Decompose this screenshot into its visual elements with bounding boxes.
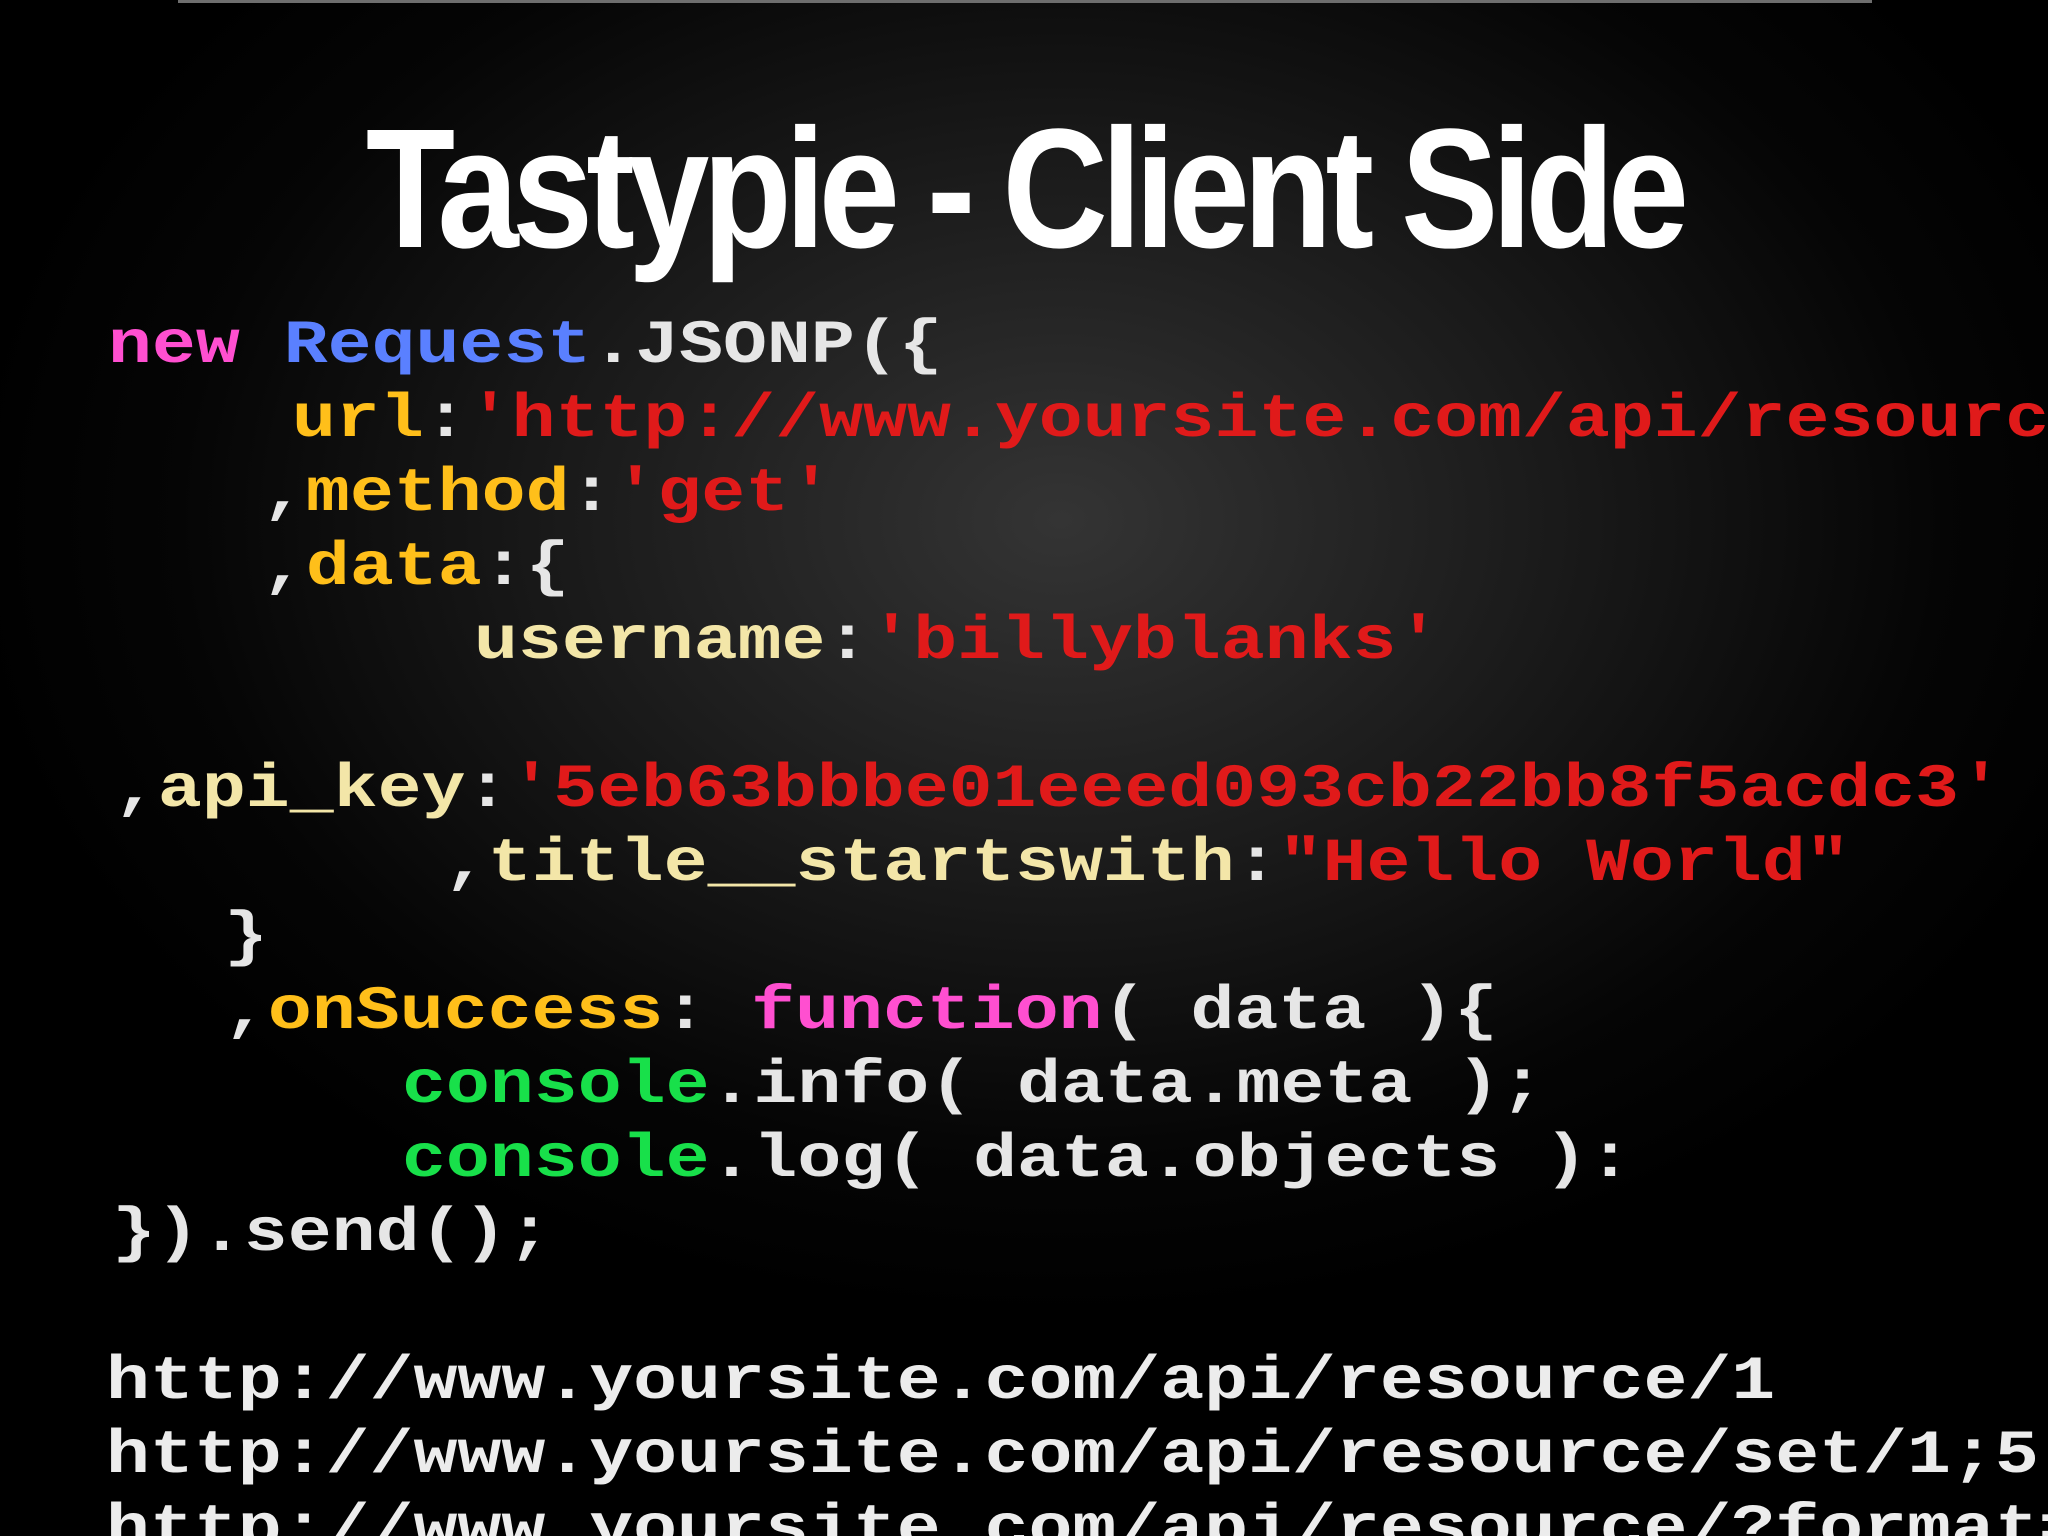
code-text: ( data ){ [1102, 978, 1498, 1047]
code-line-5: username:'billyblanks' [474, 606, 1440, 680]
code-line-2: url:'http://www.yoursite.com/api/resourc… [292, 384, 2048, 458]
code-line-7: ,title__startswith:"Hello World" [444, 828, 1850, 902]
code-line-6: ,api_key:'5eb63bbbe01eeed093cb22bb8f5acd… [114, 754, 2003, 828]
code-punctuation: , [224, 978, 268, 1047]
top-divider [178, 0, 1872, 3]
slide: Tastypie - Client Side new Request.JSONP… [0, 0, 2048, 1536]
code-punctuation: : [825, 608, 870, 677]
url-example-1: http://www.yoursite.com/api/resource/1 [106, 1348, 1776, 1417]
code-property: onSuccess [267, 978, 664, 1047]
code-line-3: ,method:'get' [262, 458, 833, 532]
code-line-1: new Request.JSONP({ [108, 310, 943, 384]
code-text: .info( data.meta ); [709, 1052, 1545, 1121]
code-text: .JSONP({ [591, 312, 943, 381]
code-line-11: console.log( data.objects ): [402, 1124, 1632, 1198]
code-keyword: function [751, 978, 1103, 1047]
code-punctuation: , [114, 756, 158, 825]
code-punctuation: , [444, 830, 488, 899]
code-string: '5eb63bbbe01eeed093cb22bb8f5acdc3' [509, 756, 2003, 825]
code-key: username [474, 608, 826, 677]
code-punctuation: : [423, 386, 468, 455]
code-string: "Hello World" [1278, 830, 1850, 899]
code-property: data [305, 534, 482, 603]
code-text: }).send(); [112, 1200, 552, 1269]
url-example-3: http://www.yoursite.com/api/resource/?fo… [106, 1496, 2048, 1536]
code-console: console [402, 1126, 710, 1195]
code-punctuation: : [465, 756, 510, 825]
code-property: method [305, 460, 570, 529]
code-text: .log( data.objects ): [709, 1126, 1632, 1195]
code-text: } [224, 904, 268, 973]
code-line-4: ,data:{ [262, 532, 570, 606]
code-string: 'get' [613, 460, 834, 529]
code-punctuation: : [569, 460, 614, 529]
code-class: Request [283, 312, 592, 381]
code-line-12: }).send(); [112, 1198, 551, 1272]
slide-title: Tastypie - Client Side [365, 94, 1689, 284]
code-punctuation: : [663, 978, 752, 1047]
code-string: 'http://www.yoursite.com/api/resource' [467, 386, 2048, 455]
code-property: url [292, 386, 424, 455]
code-text: :{ [481, 534, 570, 603]
code-punctuation: , [262, 460, 306, 529]
code-key: api_key [157, 756, 466, 825]
url-example-2: http://www.yoursite.com/api/resource/set… [106, 1422, 2039, 1491]
code-keyword: new [108, 312, 240, 381]
code-punctuation: , [262, 534, 306, 603]
code-line-10: console.info( data.meta ); [402, 1050, 1544, 1124]
code-string: 'billyblanks' [869, 608, 1441, 677]
code-console: console [402, 1052, 710, 1121]
code-key: title__startswith [487, 830, 1235, 899]
code-line-9: ,onSuccess: function( data ){ [224, 976, 1498, 1050]
code-line-8: } [224, 902, 268, 976]
code-punctuation: : [1234, 830, 1279, 899]
